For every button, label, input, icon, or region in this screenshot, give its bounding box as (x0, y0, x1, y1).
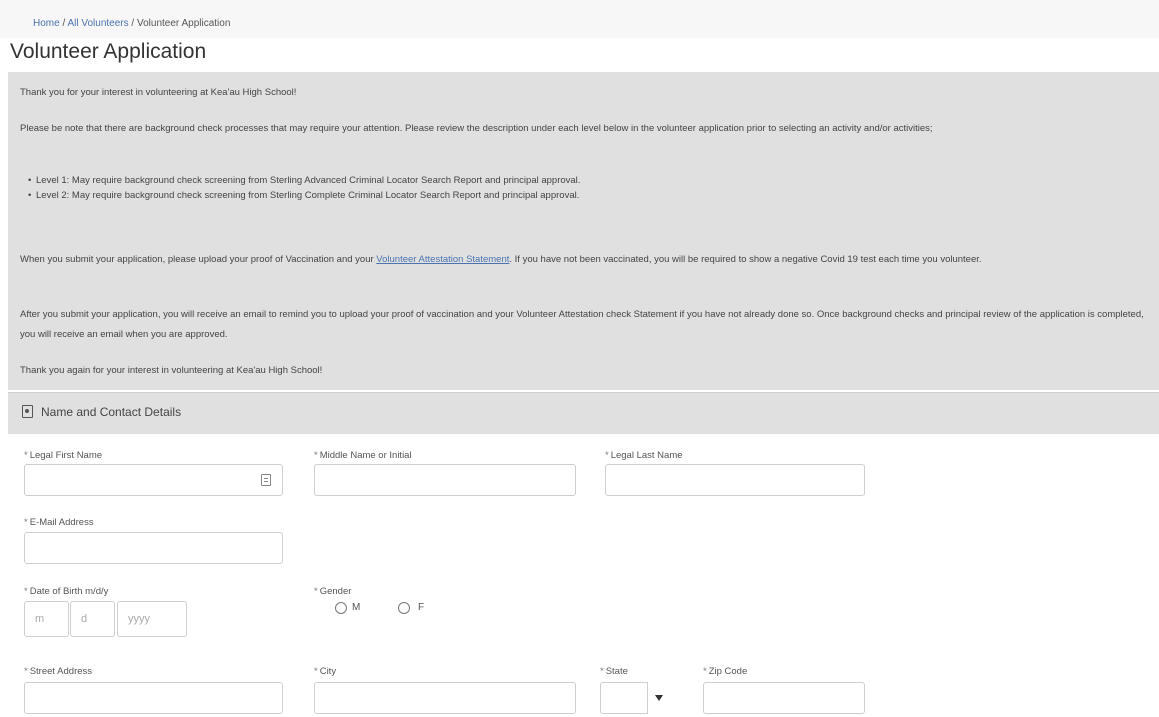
breadcrumb: Home / All Volunteers / Volunteer Applic… (0, 0, 1159, 38)
intro-thanks-again-text: Thank you again for your interest in vol… (20, 365, 323, 376)
gender-m-radio[interactable] (335, 602, 347, 614)
intro-panel: Thank you for your interest in volunteer… (8, 72, 1159, 390)
breadcrumb-all-volunteers-link[interactable]: All Volunteers (67, 18, 128, 29)
page-title: Volunteer Application (10, 40, 207, 63)
upload-text-after: . If you have not been vaccinated, you w… (509, 254, 982, 265)
gender-m-label: M (352, 602, 361, 613)
email-label: * E-Mail Address (24, 517, 94, 528)
gender-f-radio[interactable] (398, 602, 410, 614)
intro-thanks-text: Thank you for your interest in volunteer… (20, 87, 297, 98)
level-1-item: Level 1: May require background check sc… (28, 173, 580, 188)
intro-upload-text: When you submit your application, please… (20, 252, 1145, 268)
gender-label: * Gender (314, 586, 352, 597)
state-label: * State (600, 666, 628, 677)
zip-label: * Zip Code (703, 666, 748, 677)
last-name-input[interactable] (605, 464, 865, 496)
city-input[interactable] (314, 682, 576, 714)
street-address-input[interactable] (24, 682, 283, 714)
city-label: * City (314, 666, 337, 677)
section-header-name-contact: Name and Contact Details (8, 392, 1159, 434)
email-field[interactable] (24, 532, 283, 564)
gender-f-label: F (418, 602, 425, 613)
dob-label: * Date of Birth m/d/y (24, 586, 109, 597)
middle-name-input[interactable] (314, 464, 576, 496)
first-name-label: * Legal First Name (24, 450, 103, 461)
contact-card-icon (22, 405, 33, 418)
chevron-down-icon[interactable] (647, 682, 670, 714)
section-title: Name and Contact Details (41, 405, 182, 419)
breadcrumb-separator: / (128, 18, 137, 29)
level-list: Level 1: May require background check sc… (28, 173, 580, 203)
first-name-input[interactable] (24, 464, 283, 496)
middle-name-label: * Middle Name or Initial (314, 450, 412, 461)
zip-code-input[interactable] (703, 682, 865, 714)
volunteer-attestation-link[interactable]: Volunteer Attestation Statement (376, 254, 509, 265)
intro-notice-text: Please be note that there are background… (20, 123, 933, 134)
street-label: * Street Address (24, 666, 93, 677)
breadcrumb-home-link[interactable]: Home (33, 18, 60, 29)
breadcrumb-current: Volunteer Application (136, 18, 231, 29)
intro-after-submit-text: After you submit your application, you w… (20, 309, 1144, 340)
last-name-label: * Legal Last Name (605, 450, 683, 461)
upload-text-before: When you submit your application, please… (20, 254, 377, 265)
autofill-contact-icon[interactable] (261, 474, 271, 486)
dob-day-input[interactable]: d (70, 601, 115, 637)
dob-year-input[interactable]: yyyy (117, 601, 187, 637)
dob-month-input[interactable]: m (24, 601, 69, 637)
level-2-item: Level 2: May require background check sc… (28, 188, 580, 203)
